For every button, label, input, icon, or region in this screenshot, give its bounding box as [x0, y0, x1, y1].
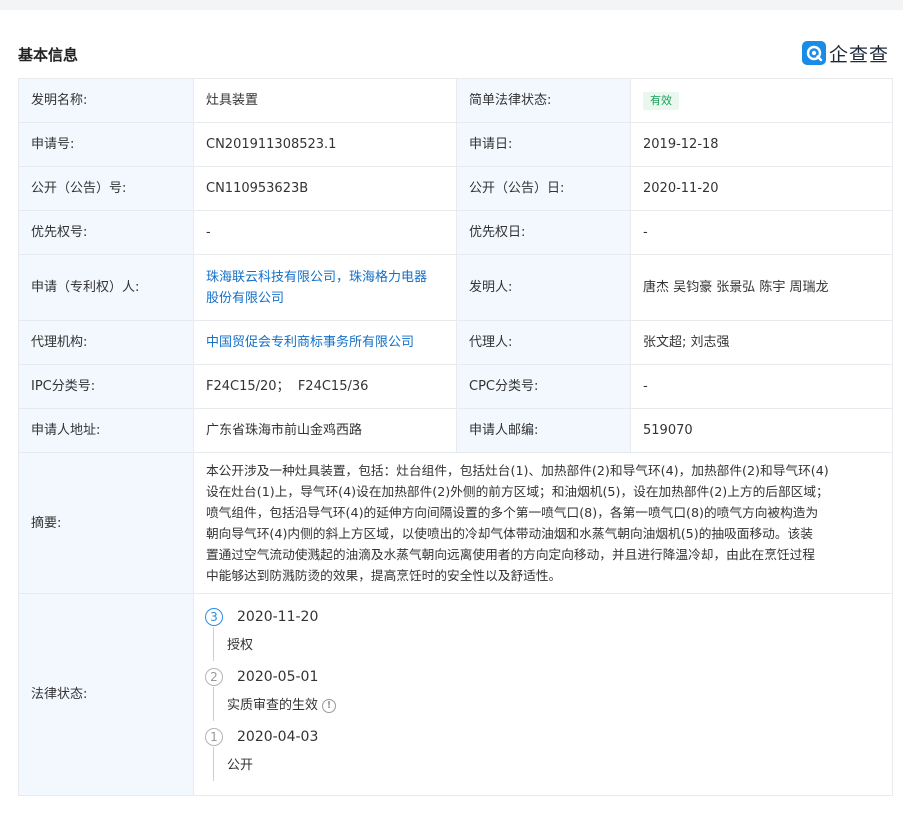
- value-postcode: 519070: [630, 408, 893, 453]
- applicant-line-2: 股份有限公司: [206, 290, 285, 306]
- value-agency: 中国贸促会专利商标事务所有限公司: [193, 320, 457, 365]
- status-badge: 有效: [643, 92, 679, 110]
- row-applicant: 申请（专利权）人: 珠海联云科技有限公司，珠海格力电器 股份有限公司 发明人: …: [18, 254, 893, 321]
- timeline-desc-row: 实质审查的生效 !: [227, 696, 337, 716]
- value-publication-no: CN110953623B: [193, 166, 457, 211]
- timeline-connector: [213, 626, 214, 661]
- patent-info-table: 发明名称: 灶具装置 简单法律状态: 有效 申请号: CN20191130852…: [18, 78, 893, 796]
- value-agent: 张文超; 刘志强: [630, 320, 893, 365]
- row-publication-no: 公开（公告）号: CN110953623B 公开（公告）日: 2020-11-2…: [18, 166, 893, 211]
- timeline-connector: [213, 746, 214, 781]
- label-priority-no: 优先权号:: [18, 210, 194, 255]
- label-applicant: 申请（专利权）人:: [18, 254, 194, 321]
- value-address: 广东省珠海市前山金鸡西路: [193, 408, 457, 453]
- value-abstract: 本公开涉及一种灶具装置，包括：灶台组件，包括灶台(1)、加热部件(2)和导气环(…: [193, 452, 893, 594]
- timeline-desc: 授权: [227, 638, 254, 653]
- value-cpc: -: [630, 364, 893, 409]
- timeline-date: 2020-11-20: [237, 608, 319, 625]
- value-priority-date: -: [630, 210, 893, 255]
- label-agency: 代理机构:: [18, 320, 194, 365]
- abstract-line-6: 中能够达到防溅防烫的效果，提高烹饪时的安全性以及舒适性。: [206, 568, 562, 583]
- section-title: 基本信息: [18, 46, 79, 64]
- applicant-link[interactable]: 珠海联云科技有限公司，珠海格力电器 股份有限公司: [206, 270, 427, 306]
- row-priority: 优先权号: - 优先权日: -: [18, 210, 893, 255]
- label-agent: 代理人:: [456, 320, 631, 365]
- legal-status-timeline: 3 2020-11-20 授权 2 2020-05-01 实质审查的生效 ! 1…: [205, 595, 892, 795]
- qichacha-logo-icon: [802, 41, 826, 65]
- abstract-line-5: 置通过空气流动使溅起的油滴及水蒸气朝向远离使用者的方向定向移动，并且进行降温冷却…: [206, 547, 815, 562]
- applicant-line-1: 珠海联云科技有限公司，珠海格力电器: [206, 269, 428, 285]
- label-priority-date: 优先权日:: [456, 210, 631, 255]
- timeline-event: 3 2020-11-20: [205, 607, 318, 628]
- label-legal-status-simple: 简单法律状态:: [456, 78, 631, 123]
- timeline-date: 2020-04-03: [237, 728, 319, 745]
- label-cpc: CPC分类号:: [456, 364, 631, 409]
- timeline-connector: [213, 686, 214, 721]
- label-postcode: 申请人邮编:: [456, 408, 631, 453]
- label-application-date: 申请日:: [456, 122, 631, 167]
- value-legal-status-simple: 有效: [630, 78, 893, 123]
- value-applicant: 珠海联云科技有限公司，珠海格力电器 股份有限公司: [193, 254, 457, 321]
- value-priority-no: -: [193, 210, 457, 255]
- label-invention-name: 发明名称:: [18, 78, 194, 123]
- timeline-desc: 实质审查的生效: [227, 698, 319, 713]
- label-publication-no: 公开（公告）号:: [18, 166, 194, 211]
- row-legal-status: 法律状态: 3 2020-11-20 授权 2 2020-05-01 实质审查的…: [18, 593, 893, 796]
- abstract-line-1: 本公开涉及一种灶具装置，包括：灶台组件，包括灶台(1)、加热部件(2)和导气环(…: [206, 463, 829, 478]
- label-abstract: 摘要:: [18, 452, 194, 594]
- label-inventor: 发明人:: [456, 254, 631, 321]
- label-ipc: IPC分类号:: [18, 364, 194, 409]
- row-address: 申请人地址: 广东省珠海市前山金鸡西路 申请人邮编: 519070: [18, 408, 893, 453]
- exclamation-circle-icon[interactable]: !: [322, 698, 337, 713]
- abstract-line-2: 设在灶台(1)上，导气环(4)设在加热部件(2)外侧的前方区域；和油烟机(5)，…: [206, 484, 829, 499]
- value-ipc: F24C15/20； F24C15/36: [193, 364, 457, 409]
- timeline-date: 2020-05-01: [237, 668, 319, 685]
- label-publication-date: 公开（公告）日:: [456, 166, 631, 211]
- abstract-line-4: 朝向导气环(4)内侧的斜上方区域，以使喷出的冷却气体带动油烟和水蒸气朝向油烟机(…: [206, 526, 813, 541]
- logo-text: 企查查: [829, 43, 890, 66]
- step-circle-2: 2: [205, 668, 223, 686]
- label-legal-status: 法律状态:: [18, 593, 194, 796]
- step-circle-1: 1: [205, 728, 223, 746]
- label-address: 申请人地址:: [18, 408, 194, 453]
- step-circle-3: 3: [205, 608, 223, 626]
- timeline-event: 1 2020-04-03: [205, 727, 318, 748]
- abstract-line-3: 喷气组件，包括沿导气环(4)的延伸方向间隔设置的多个第一喷气口(8)，各第一喷气…: [206, 505, 819, 520]
- label-application-no: 申请号:: [18, 122, 194, 167]
- row-abstract: 摘要: 本公开涉及一种灶具装置，包括：灶台组件，包括灶台(1)、加热部件(2)和…: [18, 452, 893, 594]
- row-invention-name: 发明名称: 灶具装置 简单法律状态: 有效: [18, 78, 893, 123]
- timeline-event: 2 2020-05-01: [205, 667, 318, 688]
- value-inventor: 唐杰 吴钧豪 张景弘 陈宇 周瑞龙: [630, 254, 893, 321]
- qichacha-logo: 企查查: [802, 40, 889, 66]
- timeline-desc: 公开: [227, 758, 254, 773]
- value-application-date: 2019-12-18: [630, 122, 893, 167]
- agency-link[interactable]: 中国贸促会专利商标事务所有限公司: [206, 335, 414, 350]
- value-invention-name: 灶具装置: [193, 78, 457, 123]
- value-application-no: CN201911308523.1: [193, 122, 457, 167]
- row-ipc: IPC分类号: F24C15/20； F24C15/36 CPC分类号: -: [18, 364, 893, 409]
- value-legal-status: 3 2020-11-20 授权 2 2020-05-01 实质审查的生效 ! 1…: [193, 593, 893, 796]
- row-agency: 代理机构: 中国贸促会专利商标事务所有限公司 代理人: 张文超; 刘志强: [18, 320, 893, 365]
- value-publication-date: 2020-11-20: [630, 166, 893, 211]
- top-strip: [0, 0, 903, 10]
- row-application-no: 申请号: CN201911308523.1 申请日: 2019-12-18: [18, 122, 893, 167]
